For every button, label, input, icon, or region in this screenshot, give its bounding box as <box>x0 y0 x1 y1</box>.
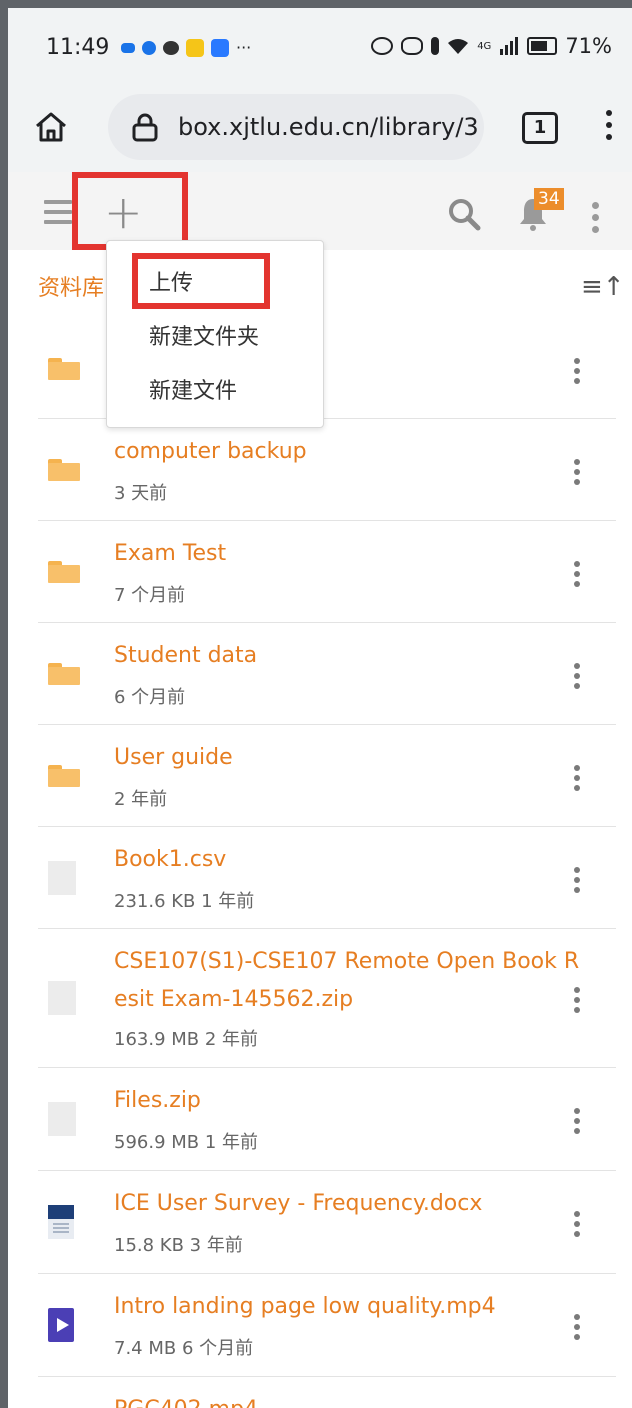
item-name[interactable]: User guide <box>114 739 233 776</box>
breadcrumb[interactable]: 资料库 <box>38 270 104 302</box>
status-bar: 11:49 ··· 4G 71% <box>8 8 632 84</box>
item-name[interactable]: computer backup <box>114 433 307 470</box>
video-icon <box>48 1308 74 1342</box>
eye-icon <box>371 37 394 55</box>
status-notification-icons: ··· <box>121 38 251 57</box>
folder-icon <box>48 765 80 787</box>
hamburger-menu-icon[interactable] <box>44 200 72 230</box>
item-more-icon[interactable] <box>574 1211 582 1241</box>
list-item[interactable]: computer backup 3 天前 <box>38 418 616 520</box>
header-more-icon[interactable] <box>592 202 600 238</box>
sort-icon[interactable]: ≡↑ <box>581 272 625 302</box>
lock-icon <box>132 113 158 142</box>
shield-icon <box>142 40 156 55</box>
folder-icon <box>48 561 80 583</box>
wifi-icon <box>448 39 469 54</box>
item-meta: 3 天前 <box>114 483 168 504</box>
item-name-line1[interactable]: CSE107(S1)-CSE107 Remote Open Book R <box>114 943 579 980</box>
item-meta: 163.9 MB 2 年前 <box>114 1029 259 1050</box>
browser-menu-button[interactable] <box>602 104 616 148</box>
item-meta: 2 年前 <box>114 789 168 810</box>
home-icon[interactable] <box>34 110 68 144</box>
search-icon[interactable] <box>446 196 482 232</box>
item-name[interactable]: Book1.csv <box>114 841 226 878</box>
item-meta: 6 个月前 <box>114 687 186 708</box>
item-name[interactable]: Exam Test <box>114 535 226 572</box>
signal-icon <box>500 37 519 55</box>
app-icon <box>211 38 229 57</box>
browser-toolbar: box.xjtlu.edu.cn/library/3e 1 <box>8 84 632 173</box>
list-item[interactable]: ICE User Survey - Frequency.docx 15.8 KB… <box>38 1170 616 1273</box>
network-label: 4G <box>477 40 492 52</box>
folder-icon <box>48 459 80 481</box>
file-icon <box>48 861 76 895</box>
list-item[interactable]: CSE107(S1)-CSE107 Remote Open Book R esi… <box>38 928 616 1067</box>
doc-icon <box>48 1205 74 1239</box>
mic-icon <box>431 37 440 55</box>
app-header: + 34 <box>8 172 632 250</box>
item-name[interactable]: PGC402.mp4 <box>114 1391 258 1408</box>
item-name[interactable]: Files.zip <box>114 1082 201 1119</box>
phone-screen: 11:49 ··· 4G 71% box.xjtlu.edu.cn/librar… <box>8 8 632 1408</box>
status-time: 11:49 <box>46 35 110 60</box>
item-more-icon[interactable] <box>574 561 582 591</box>
item-more-icon[interactable] <box>574 765 582 795</box>
item-name[interactable]: ICE User Survey - Frequency.docx <box>114 1185 482 1222</box>
item-meta: 15.8 KB 3 年前 <box>114 1235 243 1256</box>
item-name[interactable]: Student data <box>114 637 257 674</box>
menu-item-new-folder[interactable]: 新建文件夹 <box>149 319 259 351</box>
item-more-icon[interactable] <box>574 663 582 693</box>
item-name[interactable]: Intro landing page low quality.mp4 <box>114 1288 496 1325</box>
item-meta: 231.6 KB 1 年前 <box>114 891 255 912</box>
list-item[interactable]: Book1.csv 231.6 KB 1 年前 <box>38 826 616 928</box>
folder-icon <box>48 358 80 380</box>
item-more-icon[interactable] <box>574 1108 582 1138</box>
item-meta: 7.4 MB 6 个月前 <box>114 1338 254 1359</box>
add-button-highlight <box>72 172 188 250</box>
wechat-icon <box>163 40 179 55</box>
item-more-icon[interactable] <box>574 358 582 388</box>
item-more-icon[interactable] <box>574 1314 582 1344</box>
list-item[interactable]: PGC402.mp4 <box>38 1376 616 1408</box>
meituan-icon <box>186 38 204 57</box>
item-more-icon[interactable] <box>574 987 582 1017</box>
file-icon <box>48 981 76 1015</box>
tab-switcher-button[interactable]: 1 <box>522 112 558 144</box>
item-more-icon[interactable] <box>574 459 582 489</box>
list-item[interactable]: Files.zip 596.9 MB 1 年前 <box>38 1067 616 1170</box>
item-name-line2[interactable]: esit Exam-145562.zip <box>114 981 353 1018</box>
alarm-icon <box>401 37 424 55</box>
file-list: computer backup 3 天前 Exam Test 7 个月前 Stu… <box>38 318 616 1408</box>
item-meta: 7 个月前 <box>114 585 186 606</box>
list-item[interactable]: Exam Test 7 个月前 <box>38 520 616 622</box>
upload-highlight <box>132 253 270 309</box>
item-more-icon[interactable] <box>574 867 582 897</box>
file-icon <box>48 1102 76 1136</box>
more-notifications-indicator: ··· <box>236 38 252 57</box>
status-right: 4G 71% <box>371 34 612 58</box>
folder-icon <box>48 663 80 685</box>
list-item[interactable]: User guide 2 年前 <box>38 724 616 826</box>
list-item[interactable]: Intro landing page low quality.mp4 7.4 M… <box>38 1273 616 1376</box>
notification-badge: 34 <box>534 188 564 210</box>
address-bar[interactable]: box.xjtlu.edu.cn/library/3e <box>108 94 484 160</box>
app-notification-icon <box>121 42 135 53</box>
list-item[interactable]: Student data 6 个月前 <box>38 622 616 724</box>
item-meta: 596.9 MB 1 年前 <box>114 1132 259 1153</box>
url-text[interactable]: box.xjtlu.edu.cn/library/3e <box>178 113 478 141</box>
menu-item-new-file[interactable]: 新建文件 <box>149 373 237 405</box>
battery-icon <box>527 37 558 55</box>
battery-percent: 71% <box>565 34 612 58</box>
